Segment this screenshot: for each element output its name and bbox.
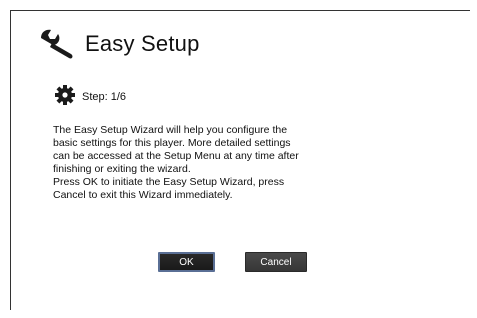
description-line: Cancel to exit this Wizard immediately. [53, 189, 233, 201]
description-line: finishing or exiting the wizard. [53, 163, 191, 175]
description-text: The Easy Setup Wizard will help you conf… [53, 124, 353, 202]
step-label: Step: 1/6 [82, 90, 127, 103]
title-bar: Easy Setup [38, 26, 200, 62]
description-line: The Easy Setup Wizard will help you conf… [53, 124, 288, 136]
page-title: Easy Setup [85, 31, 200, 56]
cancel-button[interactable]: Cancel [245, 252, 307, 272]
description-line: basic settings for this player. More det… [53, 137, 291, 149]
description-line: Press OK to initiate the Easy Setup Wiza… [53, 176, 285, 188]
wrench-icon [41, 29, 73, 59]
description-line: can be accessed at the Setup Menu at any… [53, 150, 299, 162]
ok-button[interactable]: OK [158, 252, 215, 272]
step-indicator: Step: 1/6 [54, 84, 126, 106]
gear-icon [55, 85, 75, 105]
